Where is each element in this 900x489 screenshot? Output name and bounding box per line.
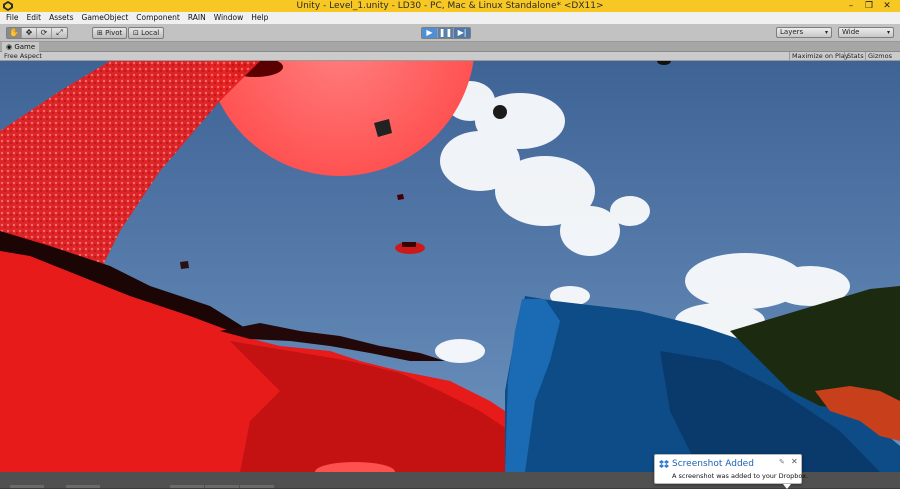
menu-file[interactable]: File (2, 12, 23, 24)
window-controls: – ❐ ✕ (842, 0, 896, 12)
transform-tools: ✋ ✥ ⟳ ⤢ (6, 27, 68, 39)
menu-assets[interactable]: Assets (45, 12, 77, 24)
notification-pointer (783, 484, 791, 489)
play-controls: ▶ ❚❚ ▶| (421, 27, 471, 39)
restore-button[interactable]: ❐ (860, 0, 878, 12)
pause-icon[interactable]: ❚❚ (438, 28, 454, 38)
close-icon[interactable]: ✕ (791, 457, 798, 466)
pivot-icon: ⊞ (97, 29, 103, 37)
game-view-controls: Free Aspect Maximize on Play Stats Gizmo… (0, 52, 900, 61)
menu-edit[interactable]: Edit (23, 12, 46, 24)
move-icon[interactable]: ✥ (22, 28, 37, 38)
aspect-dropdown[interactable]: Free Aspect (4, 52, 42, 61)
window-title: Unity - Level_1.unity - LD30 - PC, Mac &… (296, 1, 604, 11)
scale-icon[interactable]: ⤢ (52, 28, 67, 38)
chevron-down-icon: ▾ (824, 29, 828, 36)
game-tab-label: Game (14, 43, 36, 51)
menu-rain[interactable]: RAIN (184, 12, 210, 24)
game-viewport[interactable] (0, 61, 900, 472)
minimize-button[interactable]: – (842, 0, 860, 12)
pin-icon[interactable]: ✎ (779, 458, 785, 466)
local-label: Local (141, 29, 160, 37)
layout-label: Wide (842, 28, 860, 36)
window-titlebar: Unity - Level_1.unity - LD30 - PC, Mac &… (0, 0, 900, 12)
game-scene (0, 61, 900, 472)
red-vehicle (395, 242, 425, 254)
stats-toggle[interactable]: Stats (844, 52, 866, 61)
step-icon[interactable]: ▶| (454, 28, 470, 38)
play-icon[interactable]: ▶ (422, 28, 438, 38)
rotate-icon[interactable]: ⟳ (37, 28, 52, 38)
menu-bar: File Edit Assets GameObject Component RA… (0, 12, 900, 24)
game-tab-bar: ◉ Game (0, 42, 900, 52)
pivot-toggle[interactable]: ⊞ Pivot (92, 27, 128, 39)
menu-gameobject[interactable]: GameObject (78, 12, 133, 24)
close-button[interactable]: ✕ (878, 0, 896, 12)
layers-label: Layers (780, 28, 804, 36)
hand-icon[interactable]: ✋ (7, 28, 22, 38)
gizmos-dropdown[interactable]: Gizmos (865, 52, 894, 61)
chevron-down-icon: ▾ (886, 29, 890, 36)
layout-dropdown[interactable]: Wide ▾ (838, 27, 894, 38)
local-icon: ⊡ (133, 29, 139, 37)
dropbox-notification[interactable]: Screenshot Added A screenshot was added … (654, 454, 808, 489)
layers-dropdown[interactable]: Layers ▾ (776, 27, 832, 38)
pivot-label: Pivot (105, 29, 123, 37)
notification-body: A screenshot was added to your Dropbox. (672, 472, 809, 480)
tab-game[interactable]: ◉ Game (2, 42, 40, 52)
aspect-label: Free Aspect (4, 52, 42, 60)
game-tab-icon: ◉ (6, 43, 13, 51)
dropbox-icon (659, 460, 669, 468)
menu-window[interactable]: Window (210, 12, 248, 24)
menu-component[interactable]: Component (132, 12, 184, 24)
menu-help[interactable]: Help (247, 12, 272, 24)
notification-title: Screenshot Added (672, 459, 754, 469)
main-toolbar: ✋ ✥ ⟳ ⤢ ⊞ Pivot ⊡ Local ▶ ❚❚ ▶| Layers ▾… (0, 24, 900, 42)
maximize-on-play-toggle[interactable]: Maximize on Play (789, 52, 851, 61)
local-toggle[interactable]: ⊡ Local (128, 27, 165, 39)
